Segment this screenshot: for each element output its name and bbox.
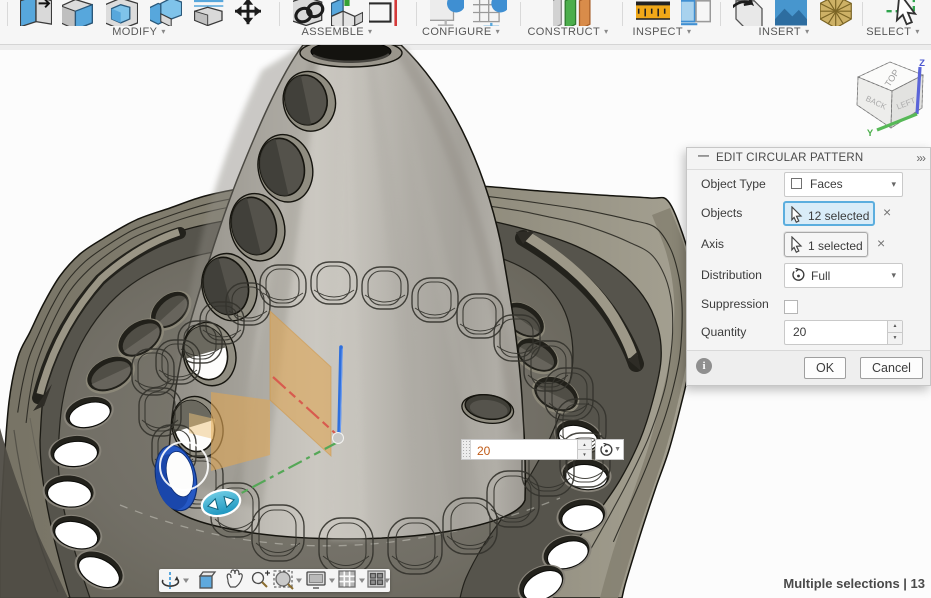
svg-text:Y: Y: [867, 128, 874, 139]
svg-text:Z: Z: [919, 58, 925, 69]
